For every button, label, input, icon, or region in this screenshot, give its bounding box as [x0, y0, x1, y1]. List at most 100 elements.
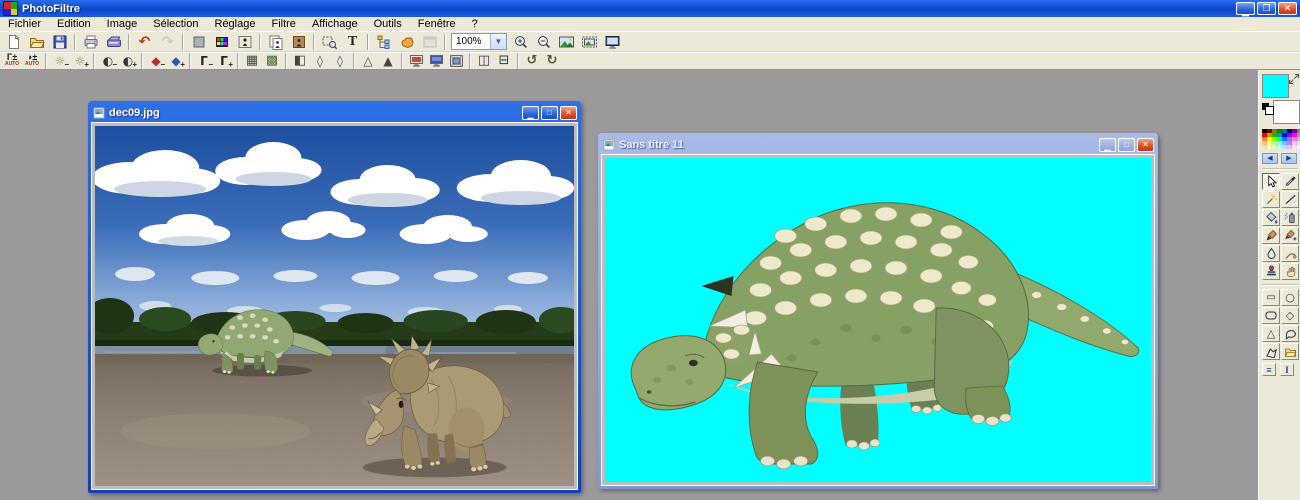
zoom-dropdown-button[interactable]: ▼ — [490, 34, 506, 49]
tool-line[interactable] — [1281, 191, 1299, 208]
gamma-plus-button[interactable]: Γ+ — [214, 53, 234, 69]
tool-magic-wand[interactable] — [1262, 191, 1280, 208]
relief-button[interactable]: ◧ — [290, 53, 310, 69]
full-screen-button[interactable] — [601, 32, 624, 51]
mosaic-coarse-button[interactable]: ▩ — [262, 53, 282, 69]
window-titlebar[interactable]: Sans titre 11 ▁ □ ✕ — [601, 136, 1155, 154]
load-selection[interactable] — [1281, 343, 1299, 360]
app-minimize-button[interactable]: ▁ — [1236, 2, 1255, 15]
redo-button[interactable]: ↷ — [156, 32, 179, 51]
menu-item-rglage[interactable]: Réglage — [207, 18, 264, 30]
flip-horizontal-button[interactable]: ◫ — [474, 53, 494, 69]
scan-lines-button[interactable] — [426, 53, 446, 69]
menu-item-edition[interactable]: Edition — [49, 18, 99, 30]
scan-button[interactable] — [102, 32, 125, 51]
tool-fill[interactable] — [1262, 209, 1280, 226]
swap-colors-icon[interactable] — [1288, 73, 1300, 85]
open-file-button[interactable] — [25, 32, 48, 51]
menu-item-affichage[interactable]: Affichage — [304, 18, 366, 30]
background-color-swatch[interactable] — [1273, 100, 1300, 124]
zoom-combobox[interactable]: 100% ▼ — [451, 33, 507, 50]
window-close-button[interactable]: ✕ — [1137, 138, 1154, 152]
menu-item-slection[interactable]: Sélection — [145, 18, 206, 30]
text-button[interactable]: T — [341, 32, 364, 51]
palette-prev-button[interactable]: ◀ — [1262, 153, 1278, 164]
tool-paintbrush[interactable] — [1262, 227, 1280, 244]
tool-blur[interactable] — [1262, 245, 1280, 262]
dust-reduction-button[interactable] — [406, 53, 426, 69]
save-button[interactable] — [48, 32, 71, 51]
zoom-out-button[interactable] — [532, 32, 555, 51]
bitmap-image-button[interactable] — [287, 32, 310, 51]
menu-item-?[interactable]: ? — [464, 18, 486, 30]
print-button[interactable] — [79, 32, 102, 51]
blur-button[interactable]: ◊ — [330, 53, 350, 69]
new-file-button[interactable] — [2, 32, 25, 51]
tool-arrow[interactable] — [1262, 173, 1280, 190]
selection-smooth-button[interactable]: ≡ — [1262, 363, 1276, 376]
undo-button[interactable]: ↶ — [133, 32, 156, 51]
soften-button[interactable]: ◊ — [310, 53, 330, 69]
saturation-plus-button[interactable]: ◆+ — [166, 53, 186, 69]
tool-clone-stamp[interactable] — [1262, 263, 1280, 280]
rotate-right-button[interactable]: ↻ — [542, 53, 562, 69]
tool-smudge[interactable] — [1281, 245, 1299, 262]
shape-rhombus[interactable]: ◇ — [1281, 307, 1299, 324]
gamma-minus-button[interactable]: Γ− — [194, 53, 214, 69]
fit-window-button[interactable] — [578, 32, 601, 51]
selection-invert-button[interactable]: I — [1280, 363, 1294, 376]
zoom-in-button[interactable] — [509, 32, 532, 51]
menu-item-image[interactable]: Image — [99, 18, 146, 30]
tool-pipette[interactable] — [1281, 173, 1299, 190]
auto-levels-button[interactable]: Γ±AUTO — [2, 53, 22, 69]
menu-item-filtre[interactable]: Filtre — [263, 18, 303, 30]
window-minimize-button[interactable]: ▁ — [522, 106, 539, 120]
brightness-minus-button[interactable]: ☼− — [50, 53, 70, 69]
app-restore-button[interactable]: ❐ — [1257, 2, 1276, 15]
shape-polygon[interactable] — [1262, 343, 1280, 360]
plugins-button[interactable] — [395, 32, 418, 51]
drawing-canvas[interactable] — [605, 158, 1151, 482]
shape-triangle[interactable]: △ — [1262, 325, 1280, 342]
fit-image-button[interactable] — [555, 32, 578, 51]
palette-next-button[interactable]: ▶ — [1281, 153, 1297, 164]
window-maximize-button[interactable]: □ — [541, 106, 558, 120]
sharpen-button[interactable]: ▲ — [378, 53, 398, 69]
rotate-left-button[interactable]: ↺ — [522, 53, 542, 69]
reinforce-button[interactable]: △ — [358, 53, 378, 69]
duplicate-image-button[interactable] — [264, 32, 287, 51]
tool-move[interactable] — [1281, 263, 1299, 280]
image-window-sans-titre-11[interactable]: Sans titre 11 ▁ □ ✕ — [598, 133, 1158, 489]
photo-canvas[interactable] — [95, 126, 574, 486]
window-minimize-button[interactable]: ▁ — [1099, 138, 1116, 152]
show-selection-button[interactable] — [233, 32, 256, 51]
rgb-colors-button[interactable] — [210, 32, 233, 51]
tool-airbrush[interactable] — [1281, 209, 1299, 226]
menu-item-fentre[interactable]: Fenêtre — [410, 18, 464, 30]
mosaic-fine-button[interactable]: ▦ — [242, 53, 262, 69]
tool-advanced-brush[interactable] — [1281, 227, 1299, 244]
window-close-button[interactable]: ✕ — [560, 106, 577, 120]
paste-as-selection-button[interactable] — [318, 32, 341, 51]
shape-rectangle[interactable]: ▭ — [1262, 289, 1280, 306]
shape-rounded-rectangle[interactable] — [1262, 307, 1280, 324]
foreground-color-swatch[interactable] — [1262, 74, 1289, 98]
shape-lasso[interactable] — [1281, 325, 1299, 342]
window-maximize-button[interactable]: □ — [1118, 138, 1135, 152]
menu-item-outils[interactable]: Outils — [366, 18, 410, 30]
menu-item-fichier[interactable]: Fichier — [0, 18, 49, 30]
contrast-plus-button[interactable]: ◐+ — [118, 53, 138, 69]
auto-contrast-button[interactable]: ◑±AUTO — [22, 53, 42, 69]
image-size-button[interactable] — [187, 32, 210, 51]
window-titlebar[interactable]: dec09.jpg ▁ □ ✕ — [91, 104, 578, 122]
saturation-minus-button[interactable]: ◆− — [146, 53, 166, 69]
contrast-minus-button[interactable]: ◐− — [98, 53, 118, 69]
photomask-button[interactable] — [446, 53, 466, 69]
flip-vertical-button[interactable]: ⊟ — [494, 53, 514, 69]
image-explorer-button[interactable] — [372, 32, 395, 51]
app-close-button[interactable]: ✕ — [1278, 2, 1297, 15]
default-colors-icon[interactable] — [1262, 103, 1273, 114]
browse-window-button[interactable] — [418, 32, 441, 51]
shape-ellipse[interactable]: ○ — [1281, 289, 1299, 306]
image-window-dec09[interactable]: dec09.jpg ▁ □ ✕ — [88, 101, 581, 493]
